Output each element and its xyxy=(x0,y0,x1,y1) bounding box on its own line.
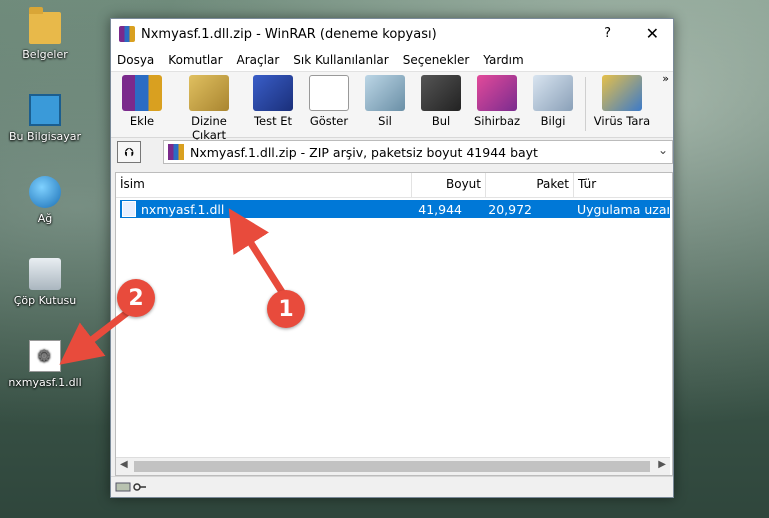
annotation-badge-2: 2 xyxy=(117,279,155,317)
annotation-arrows xyxy=(59,208,286,365)
arrow-to-file xyxy=(228,208,286,296)
arrow-to-desktop-file xyxy=(59,308,132,365)
annotation-badge-1: 1 xyxy=(267,290,305,328)
